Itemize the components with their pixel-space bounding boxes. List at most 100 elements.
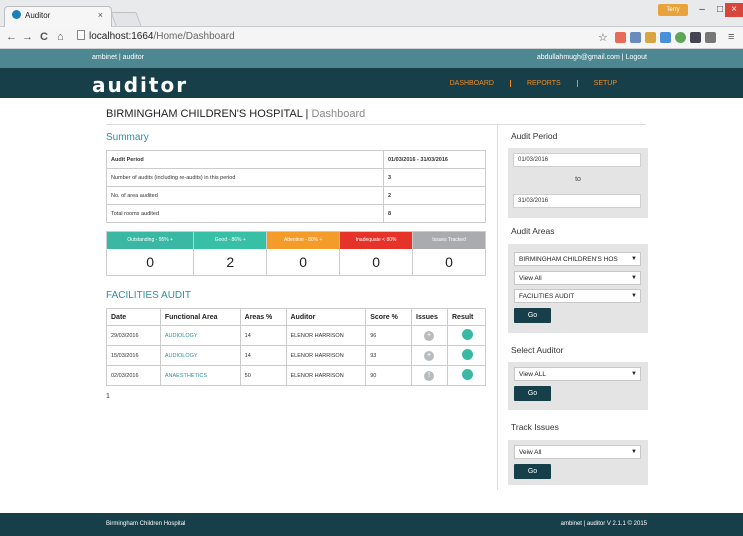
add-issue-icon[interactable]: + (424, 330, 435, 341)
cast-icon[interactable] (630, 32, 641, 43)
col-issues[interactable]: Issues (411, 308, 448, 326)
track-issues-heading: Track Issues (511, 422, 559, 432)
summary-row: Total rooms audited 8 (106, 204, 486, 223)
select-auditor-heading: Select Auditor (511, 345, 564, 355)
extension-icon[interactable] (645, 32, 656, 43)
page-title: BIRMINGHAM CHILDREN'S HOSPITAL | Dashboa… (106, 108, 365, 120)
summary-value: 2 (383, 186, 486, 205)
col-functional-area[interactable]: Functional Area (159, 308, 241, 326)
audit-period-heading: Audit Period (511, 131, 558, 141)
new-tab-button[interactable] (110, 12, 142, 26)
cell-areas-pct: 14 (239, 325, 287, 346)
view-select[interactable]: View All ▼ (514, 271, 641, 285)
bookmark-star-icon[interactable]: ☆ (598, 31, 608, 44)
page-section: Dashboard (311, 108, 366, 120)
chevron-down-icon: ▼ (631, 293, 637, 299)
footer: Birmingham Children Hospital ambinet | a… (0, 513, 743, 536)
window-close-button[interactable]: × (725, 3, 743, 17)
table-row: 02/03/2016 ANAESTHETICS 50 ELENOR HARRIS… (106, 365, 486, 386)
minimize-button[interactable]: – (693, 3, 711, 17)
chevron-down-icon: ▼ (631, 371, 637, 377)
url-path: /Home/Dashboard (153, 31, 235, 42)
auditor-logo[interactable]: auditor (92, 73, 188, 97)
extension-icon[interactable] (690, 32, 701, 43)
cell-area-link[interactable]: ANAESTHETICS (159, 365, 241, 386)
table-header: Date Functional Area Areas % Auditor Sco… (106, 308, 486, 326)
rating-count: 0 (146, 254, 155, 270)
rating-count: 0 (299, 254, 308, 270)
rating-label: Inadequate < 80% (340, 232, 413, 249)
auditor-select[interactable]: View ALL ▼ (514, 367, 641, 381)
col-score[interactable]: Score % (365, 308, 413, 326)
audit-areas-go-button[interactable]: Go (514, 308, 551, 323)
user-email[interactable]: abdullahmugh@gmail.com (537, 54, 620, 61)
rating-count: 0 (372, 254, 381, 270)
cell-areas-pct: 50 (239, 365, 287, 386)
table-row: 15/03/2016 AUDIOLOGY 14 ELENOR HARRISON … (106, 345, 486, 366)
browser-tab-strip: Auditor × Terry – □ × (0, 0, 743, 27)
period-from-input[interactable]: 01/03/2016 (513, 153, 641, 167)
rating-counts: Outstanding - 95% + 0 Good - 86% + 2 Att… (106, 231, 486, 276)
logout-link[interactable]: Logout (626, 54, 647, 61)
extension-icon[interactable] (705, 32, 716, 43)
rating-label: Issues Tracked (413, 232, 485, 249)
user-menu: abdullahmugh@gmail.com | Logout (537, 54, 647, 61)
profile-button[interactable]: Terry (658, 4, 688, 16)
back-icon[interactable]: ← (6, 31, 17, 43)
period-to-label: to (575, 176, 581, 183)
cell-area-link[interactable]: AUDIOLOGY (159, 345, 241, 366)
select-auditor-panel: View ALL ▼ Go (508, 362, 648, 410)
cell-score: 90 (365, 365, 413, 386)
rating-inadequate: Inadequate < 80% 0 (339, 232, 413, 275)
issues-go-button[interactable]: Go (514, 464, 551, 479)
home-icon[interactable]: ⌂ (57, 31, 64, 43)
summary-row: Audit Period 01/03/2016 - 31/03/2016 (106, 150, 486, 169)
menu-icon[interactable]: ≡ (728, 31, 734, 43)
cell-issues: ! (411, 365, 448, 386)
add-issue-icon[interactable]: + (424, 350, 435, 361)
chevron-down-icon: ▼ (631, 449, 637, 455)
auditor-go-button[interactable]: Go (514, 386, 551, 401)
audit-areas-panel: BIRMINGHAM CHILDREN'S HOS ▼ View All ▼ FAC… (508, 244, 648, 333)
pagination-page[interactable]: 1 (106, 393, 110, 400)
cell-issues: + (411, 345, 448, 366)
browser-tab[interactable]: Auditor × (4, 6, 112, 27)
issues-select[interactable]: Veiw All ▼ (514, 445, 641, 459)
view-select-value: View All (519, 275, 542, 282)
cell-area-link[interactable]: AUDIOLOGY (159, 325, 241, 346)
main-nav: DASHBOARD REPORTS SETUP (434, 80, 633, 87)
col-areas-pct[interactable]: Areas % (239, 308, 287, 326)
chevron-down-icon: ▼ (631, 275, 637, 281)
hospital-select[interactable]: BIRMINGHAM CHILDREN'S HOS ▼ (514, 252, 641, 266)
summary-table: Audit Period 01/03/2016 - 31/03/2016 Num… (106, 150, 486, 223)
forward-icon[interactable]: → (22, 31, 33, 43)
page-icon (77, 30, 85, 40)
address-bar[interactable]: localhost:1664/Home/Dashboard (77, 30, 597, 45)
extension-icon[interactable] (615, 32, 626, 43)
nav-setup[interactable]: SETUP (576, 80, 633, 87)
extension-icon[interactable] (660, 32, 671, 43)
top-bar: ambinet | auditor abdullahmugh@gmail.com… (0, 49, 743, 68)
rating-count: 0 (445, 254, 453, 270)
facilities-table: Date Functional Area Areas % Auditor Sco… (106, 308, 486, 386)
summary-row: Number of audits (including re-audits) i… (106, 168, 486, 187)
rating-outstanding: Outstanding - 95% + 0 (107, 232, 194, 275)
reload-icon[interactable]: C (40, 31, 48, 43)
col-auditor[interactable]: Auditor (285, 308, 367, 326)
auditor-favicon-icon (12, 10, 21, 19)
issue-alert-icon[interactable]: ! (424, 370, 435, 381)
period-to-input[interactable]: 31/03/2016 (513, 194, 641, 208)
summary-value: 3 (383, 168, 486, 187)
tab-close-icon[interactable]: × (98, 10, 103, 20)
nav-reports[interactable]: REPORTS (509, 80, 577, 87)
table-row: 29/03/2016 AUDIOLOGY 14 ELENOR HARRISON … (106, 325, 486, 346)
extension-icon[interactable] (675, 32, 686, 43)
auditor-select-value: View ALL (519, 371, 546, 378)
audit-type-select[interactable]: FACILITIES AUDIT ▼ (514, 289, 641, 303)
facilities-heading: FACILITIES AUDIT (106, 290, 192, 301)
cell-score: 93 (365, 345, 413, 366)
nav-dashboard[interactable]: DASHBOARD (434, 80, 510, 87)
col-date[interactable]: Date (106, 308, 161, 326)
result-status-icon (462, 349, 473, 360)
col-result[interactable]: Result (447, 308, 486, 326)
